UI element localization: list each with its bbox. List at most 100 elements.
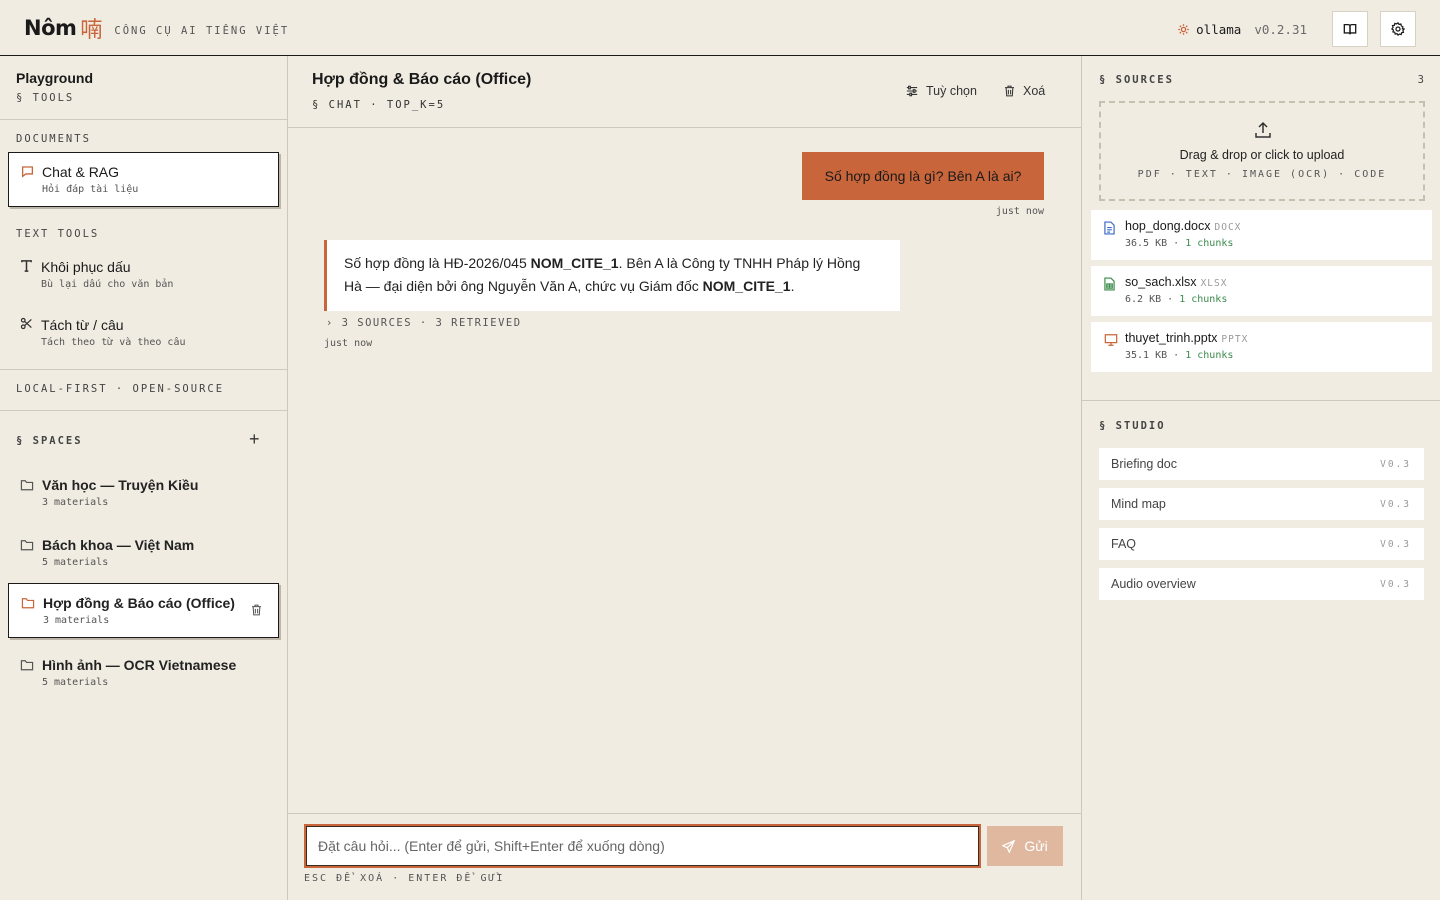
source-file-card[interactable]: thuyet_trinh.pptx PPTX 35.1 KB · 1 chunks <box>1091 322 1432 372</box>
sliders-icon <box>906 85 918 97</box>
settings-button[interactable] <box>1380 11 1416 47</box>
sources-section-label: § SOURCES <box>1099 74 1174 86</box>
app-version: v0.2.31 <box>1254 21 1307 37</box>
file-chunks: 1 chunks <box>1185 238 1234 249</box>
upload-icon <box>1254 121 1272 139</box>
spaces-section-label: § SPACES <box>16 435 83 447</box>
right-panel: § SOURCES 3 Drag & drop or click to uplo… <box>1081 56 1440 900</box>
studio-item-mind-map[interactable]: Mind map V0.3 <box>1099 488 1424 520</box>
clear-label: Xoá <box>1023 84 1046 98</box>
file-chunks: 1 chunks <box>1179 294 1228 305</box>
separator: · <box>1167 238 1186 249</box>
space-title: Bách khoa — Việt Nam <box>42 537 195 553</box>
upload-dropzone[interactable]: Drag & drop or click to upload PDF · TEX… <box>1099 101 1425 201</box>
clear-chat-button[interactable]: Xoá <box>1004 84 1045 98</box>
studio-item-name: Briefing doc <box>1111 457 1178 471</box>
folder-icon <box>21 597 35 609</box>
trash-icon <box>1004 85 1015 97</box>
keyboard-hint: ESC ĐỂ XOÁ · ENTER ĐỂ GỬI <box>304 873 505 884</box>
scissors-icon <box>20 317 33 330</box>
file-type: PPTX <box>1221 334 1249 345</box>
options-label: Tuỳ chọn <box>926 84 977 98</box>
file-size: 35.1 KB <box>1125 350 1168 361</box>
studio-item-version: V0.3 <box>1380 458 1411 470</box>
source-file-card[interactable]: so_sach.xlsx XLSX 6.2 KB · 1 chunks <box>1091 266 1432 316</box>
file-size: 36.5 KB <box>1125 238 1168 249</box>
studio-item-version: V0.3 <box>1380 578 1411 590</box>
user-message: Số hợp đồng là gì? Bên A là ai? <box>802 152 1044 200</box>
brand-logo: Nôm <box>24 15 77 40</box>
space-material-count: 3 materials <box>43 615 110 626</box>
options-button[interactable]: Tuỳ chọn <box>906 84 977 98</box>
separator: · <box>1161 294 1180 305</box>
app-header: Nôm 喃 CÔNG CỤ AI TIẾNG VIỆT ollama v0.2.… <box>0 0 1440 56</box>
space-item[interactable]: Bách khoa — Việt Nam 5 materials <box>8 522 279 577</box>
left-sidebar: Playground § TOOLS DOCUMENTS Chat & RAG … <box>0 56 288 900</box>
assistant-text: Số hợp đồng là HĐ-2026/045 <box>344 255 531 271</box>
playground-title: Playground <box>16 70 94 86</box>
doc-file-icon <box>1104 221 1115 235</box>
assistant-text: . <box>790 278 795 294</box>
chat-mode-label: § CHAT · TOP_K=5 <box>312 99 446 111</box>
source-file-card[interactable]: hop_dong.docx DOCX 36.5 KB · 1 chunks <box>1091 210 1432 260</box>
chat-panel: Hợp đồng & Báo cáo (Office) § CHAT · TOP… <box>288 56 1081 900</box>
nav-item-tokenize[interactable]: Tách từ / câu Tách theo từ và theo câu <box>8 306 279 361</box>
assistant-message-time: just now <box>324 338 373 349</box>
upload-types: PDF · TEXT · IMAGE (OCR) · CODE <box>1137 169 1387 180</box>
sheet-file-icon <box>1104 277 1115 291</box>
space-title: Hợp đồng & Báo cáo (Office) <box>43 595 235 611</box>
divider <box>288 813 1081 814</box>
space-item-active[interactable]: Hợp đồng & Báo cáo (Office) 3 materials <box>8 583 279 638</box>
slides-file-icon <box>1104 333 1118 347</box>
nav-item-subtitle: Tách theo từ và theo câu <box>41 337 186 348</box>
sources-toggle[interactable]: › 3 SOURCES · 3 RETRIEVED <box>326 317 522 329</box>
header-actions: ollama v0.2.31 <box>1177 11 1416 47</box>
send-button[interactable]: Gửi <box>987 826 1063 866</box>
send-label: Gửi <box>1024 838 1048 854</box>
studio-item-version: V0.3 <box>1380 498 1411 510</box>
folder-icon <box>20 479 34 491</box>
studio-item-briefing[interactable]: Briefing doc V0.3 <box>1099 448 1424 480</box>
docs-button[interactable] <box>1332 11 1368 47</box>
nav-item-subtitle: Hỏi đáp tài liệu <box>42 184 139 195</box>
studio-item-audio-overview[interactable]: Audio overview V0.3 <box>1099 568 1424 600</box>
nav-item-title: Khôi phục dấu <box>41 259 131 275</box>
file-size: 6.2 KB <box>1125 294 1162 305</box>
file-type: XLSX <box>1200 278 1228 289</box>
nav-item-title: Chat & RAG <box>42 164 120 180</box>
file-name: hop_dong.docx <box>1125 219 1211 233</box>
documents-section-label: DOCUMENTS <box>16 133 91 145</box>
space-item[interactable]: Hình ảnh — OCR Vietnamese 5 materials <box>8 642 279 697</box>
file-name: thuyet_trinh.pptx <box>1125 331 1218 345</box>
separator: · <box>1167 350 1186 361</box>
chat-header: Hợp đồng & Báo cáo (Office) § CHAT · TOP… <box>288 56 1081 128</box>
space-item[interactable]: Văn học — Truyện Kiều 3 materials <box>8 462 279 517</box>
gear-icon <box>1391 22 1405 36</box>
sources-count: 3 <box>1417 74 1424 86</box>
divider <box>1082 400 1440 401</box>
studio-item-faq[interactable]: FAQ V0.3 <box>1099 528 1424 560</box>
assistant-message: Số hợp đồng là HĐ-2026/045 NOM_CITE_1. B… <box>324 240 900 311</box>
divider <box>0 369 287 370</box>
add-space-button[interactable]: + <box>249 430 260 448</box>
chat-icon <box>21 165 34 178</box>
studio-item-name: Mind map <box>1111 497 1166 511</box>
brand-glyph: 喃 <box>80 17 103 43</box>
space-title: Văn học — Truyện Kiều <box>42 477 199 493</box>
text-tools-section-label: TEXT TOOLS <box>16 228 100 240</box>
tools-section-label: § TOOLS <box>16 92 75 104</box>
space-title: Hình ảnh — OCR Vietnamese <box>42 657 237 673</box>
book-icon <box>1343 22 1357 36</box>
chat-input[interactable] <box>304 824 981 868</box>
studio-section-label: § STUDIO <box>1099 420 1166 432</box>
engine-name: ollama <box>1196 21 1242 37</box>
engine-status: ollama v0.2.31 <box>1177 22 1307 37</box>
send-icon <box>1002 839 1016 853</box>
delete-space-icon[interactable] <box>251 604 262 616</box>
space-material-count: 3 materials <box>42 497 109 508</box>
citation[interactable]: NOM_CITE_1 <box>531 255 619 271</box>
citation[interactable]: NOM_CITE_1 <box>703 278 791 294</box>
nav-item-chat-rag[interactable]: Chat & RAG Hỏi đáp tài liệu <box>8 152 279 207</box>
nav-item-restore-diacritics[interactable]: Khôi phục dấu Bù lại dấu cho văn bản <box>8 248 279 303</box>
user-message-time: just now <box>995 206 1044 217</box>
